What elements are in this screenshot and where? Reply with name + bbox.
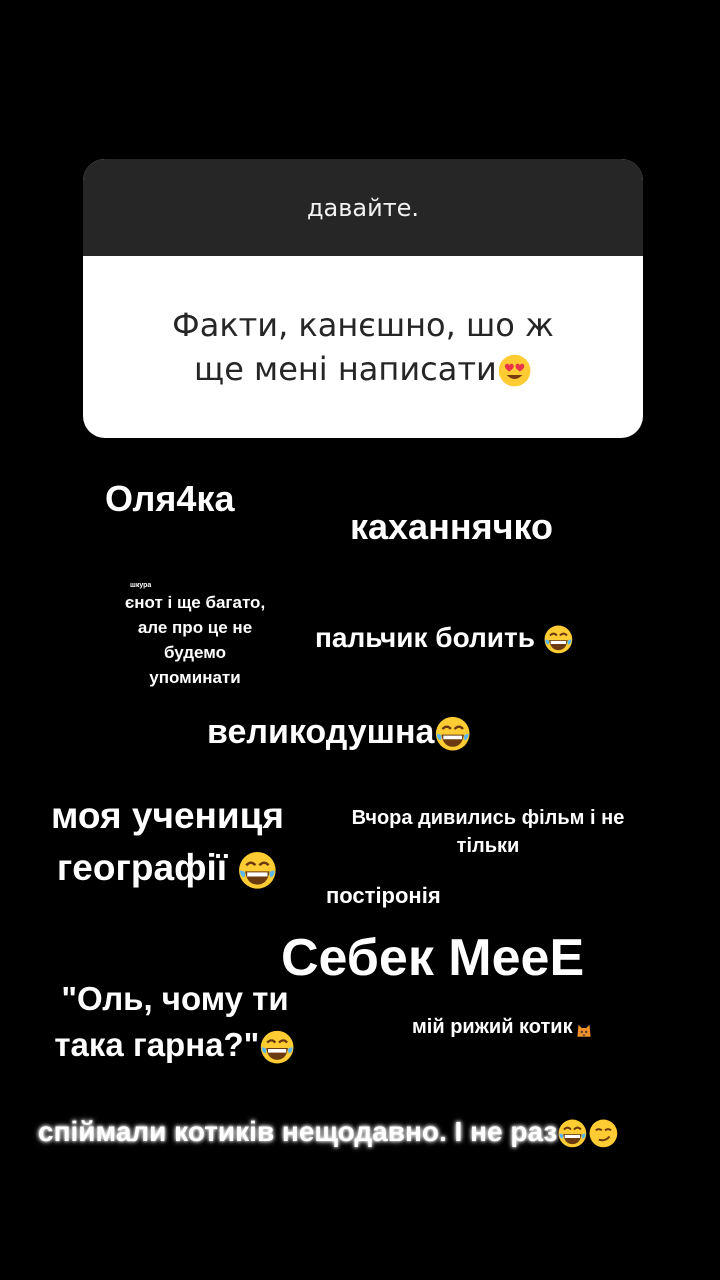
cat-emoji-icon: [573, 1017, 595, 1039]
sticker-spiymaly: спіймали котиків нещодавно. І не раз: [38, 1116, 619, 1149]
sticker-vchora-line-2: тільки: [456, 835, 520, 857]
laughing-emoji-icon: [434, 715, 471, 752]
answer-line-1: Факти, канєшно, шо ж: [172, 306, 554, 344]
sticker-spiymaly-text: спіймали котиків нещодавно. І не раз: [38, 1116, 558, 1147]
sticker-kotyk-text: мій рижий котик: [412, 1016, 573, 1038]
sticker-kahannyachko-text: каханнячко: [350, 506, 554, 547]
sticker-postironiya-text: постіронія: [326, 883, 441, 908]
question-header: давайте.: [83, 159, 643, 256]
sticker-vchora: Вчора дивились фільм і не тільки: [338, 804, 638, 860]
sticker-enot: шкура єнот і ще багато, але про це не бу…: [95, 578, 295, 690]
sticker-velykodushna-text: великодушна: [207, 713, 435, 751]
sticker-postironiya: постіронія: [326, 883, 441, 909]
sticker-shkura-text: шкура: [130, 582, 152, 589]
question-text: давайте.: [306, 193, 420, 222]
sticker-ol: "Оль, чому ти така гарна?": [40, 976, 310, 1068]
sticker-palchyk: пальчик болить: [315, 622, 574, 655]
sticker-vchora-line-1: Вчора дивились фільм і не: [351, 807, 625, 829]
sticker-kahannyachko: каханнячко: [350, 506, 553, 548]
sticker-ol-line-1: "Оль, чому ти: [61, 980, 289, 1017]
sticker-olya-text: Оля4ка: [105, 478, 235, 519]
sticker-enot-line-4: упоминати: [149, 668, 241, 687]
sticker-enot-line-3: будемо: [163, 643, 227, 662]
answer-line-2: ще мені написати: [194, 350, 497, 388]
sticker-enot-line-2: але про це не: [137, 618, 253, 637]
sticker-uchenytsya-line-1: моя учениця: [51, 795, 284, 836]
answer-body: Факти, канєшно, шо ж ще мені написати: [83, 256, 643, 438]
question-sticker-card[interactable]: давайте. Факти, канєшно, шо ж ще мені на…: [83, 159, 643, 438]
sticker-enot-line-1: єнот і ще багато,: [124, 593, 266, 612]
sticker-palchyk-text: пальчик болить: [315, 622, 535, 653]
sticker-uchenytsya-line-2: географії: [56, 847, 228, 888]
sticker-kotyk: мій рижий котик: [412, 1016, 595, 1039]
laughing-emoji-icon: [543, 624, 574, 655]
sticker-sebek: Себек МееЕ: [281, 928, 584, 988]
laughing-emoji-icon: [557, 1118, 588, 1149]
laughing-emoji-icon: [237, 850, 278, 891]
laughing-emoji-icon: [259, 1029, 295, 1065]
sticker-uchenytsya: моя учениця географії: [30, 790, 305, 894]
smirk-emoji-icon: [588, 1118, 619, 1149]
sticker-olya: Оля4ка: [105, 478, 234, 520]
sticker-velykodushna: великодушна: [207, 713, 472, 753]
sticker-ol-line-2: така гарна?": [54, 1026, 260, 1063]
sticker-sebek-text: Себек МееЕ: [281, 929, 585, 987]
heart-eyes-emoji-icon: [497, 353, 532, 388]
